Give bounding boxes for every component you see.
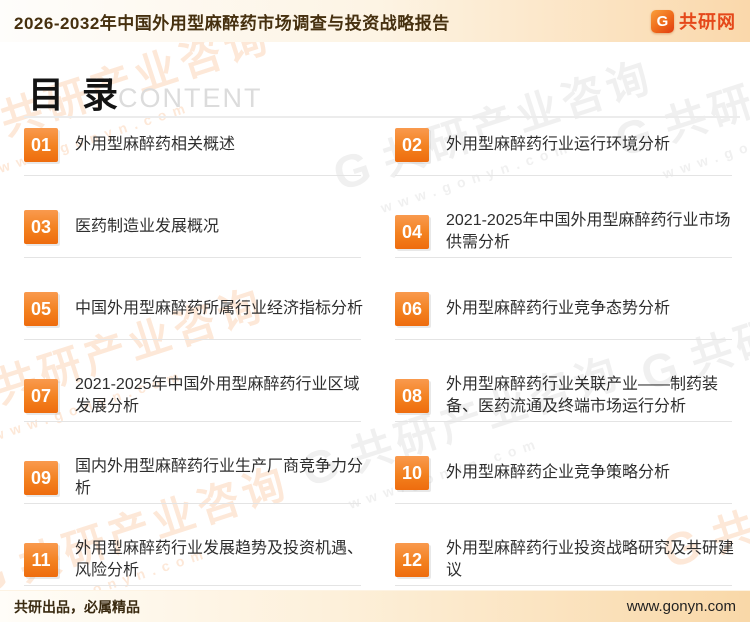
toc-item-number-badge: 08 (395, 379, 429, 413)
toc-item-03[interactable]: 03 医药制造业发展概况 (24, 207, 363, 289)
brand-logo[interactable]: G 共研网 (651, 8, 736, 34)
toc-item-number-badge: 09 (24, 461, 58, 495)
toc-item-label: 外用型麻醉药行业关联产业——制药装备、医药流通及终端市场运行分析 (446, 376, 719, 415)
header-bar: 2026-2032年中国外用型麻醉药市场调查与投资战略报告 G 共研网 (0, 0, 750, 42)
toc-title-zh: 目 录 (28, 74, 123, 115)
item-divider (395, 339, 732, 340)
footer-slogan: 共研出品，必属精品 (14, 598, 140, 615)
item-divider (24, 257, 361, 258)
footer-site-url[interactable]: www.gonyn.com (627, 598, 736, 615)
item-divider (395, 175, 732, 176)
toc-item-09[interactable]: 09 国内外用型麻醉药行业生产厂商竞争力分析 (24, 453, 363, 535)
toc-item-04[interactable]: 04 2021-2025年中国外用型麻醉药行业市场供需分析 (395, 207, 734, 289)
toc-item-number-badge: 02 (395, 128, 429, 162)
brand-g-icon: G (651, 9, 674, 33)
toc-item-number-badge: 05 (24, 292, 58, 326)
toc-item-label: 外用型麻醉药行业投资战略研究及共研建议 (446, 540, 734, 579)
item-divider (395, 585, 732, 586)
item-divider (395, 421, 732, 422)
toc-item-05[interactable]: 05 中国外用型麻醉药所属行业经济指标分析 (24, 289, 363, 371)
toc-item-label: 2021-2025年中国外用型麻醉药行业市场供需分析 (446, 212, 731, 251)
toc-item-label: 外用型麻醉药行业竞争态势分析 (446, 300, 671, 317)
toc-item-number-badge: 01 (24, 128, 58, 162)
toc-item-07[interactable]: 07 2021-2025年中国外用型麻醉药行业区域发展分析 (24, 371, 363, 453)
report-toc-page: G共研产业咨询 www.gonyn.com G共研产业咨询 www.gonyn.… (0, 0, 750, 622)
brand-name: 共研网 (679, 12, 736, 32)
toc-heading: 目 录 CONTENT (28, 66, 263, 118)
toc-item-08[interactable]: 08 外用型麻醉药行业关联产业——制药装备、医药流通及终端市场运行分析 (395, 371, 734, 453)
item-divider (24, 339, 361, 340)
toc-item-number-badge: 07 (24, 379, 58, 413)
toc-heading-rule (24, 116, 740, 118)
toc-item-label: 中国外用型麻醉药所属行业经济指标分析 (75, 300, 363, 317)
toc-item-number-badge: 11 (24, 543, 58, 577)
toc-item-label: 外用型麻醉药企业竞争策略分析 (446, 464, 671, 481)
toc-item-label: 2021-2025年中国外用型麻醉药行业区域发展分析 (75, 376, 360, 415)
toc-item-10[interactable]: 10 外用型麻醉药企业竞争策略分析 (395, 453, 734, 535)
item-divider (24, 585, 361, 586)
footer-bar: 共研出品，必属精品 www.gonyn.com (0, 590, 750, 622)
toc-list: 01 外用型麻醉药相关概述 02 外用型麻醉药行业运行环境分析 03 医药制造业… (24, 125, 734, 617)
toc-item-label: 外用型麻醉药行业发展趋势及投资机遇、风险分析 (75, 540, 363, 579)
item-divider (395, 503, 732, 504)
toc-item-number-badge: 12 (395, 543, 429, 577)
toc-item-label: 外用型麻醉药行业运行环境分析 (446, 136, 671, 153)
toc-item-label: 医药制造业发展概况 (75, 218, 220, 235)
item-divider (395, 257, 732, 258)
report-title: 2026-2032年中国外用型麻醉药市场调查与投资战略报告 (14, 13, 450, 33)
toc-item-02[interactable]: 02 外用型麻醉药行业运行环境分析 (395, 125, 734, 207)
toc-item-label: 外用型麻醉药相关概述 (75, 136, 236, 153)
toc-title-en: CONTENT (118, 83, 263, 113)
item-divider (24, 175, 361, 176)
item-divider (24, 503, 361, 504)
toc-item-06[interactable]: 06 外用型麻醉药行业竞争态势分析 (395, 289, 734, 371)
toc-item-number-badge: 10 (395, 456, 429, 490)
toc-item-label: 国内外用型麻醉药行业生产厂商竞争力分析 (75, 458, 363, 497)
item-divider (24, 421, 361, 422)
toc-item-01[interactable]: 01 外用型麻醉药相关概述 (24, 125, 363, 207)
toc-item-number-badge: 04 (395, 215, 429, 249)
toc-item-number-badge: 03 (24, 210, 58, 244)
toc-item-number-badge: 06 (395, 292, 429, 326)
